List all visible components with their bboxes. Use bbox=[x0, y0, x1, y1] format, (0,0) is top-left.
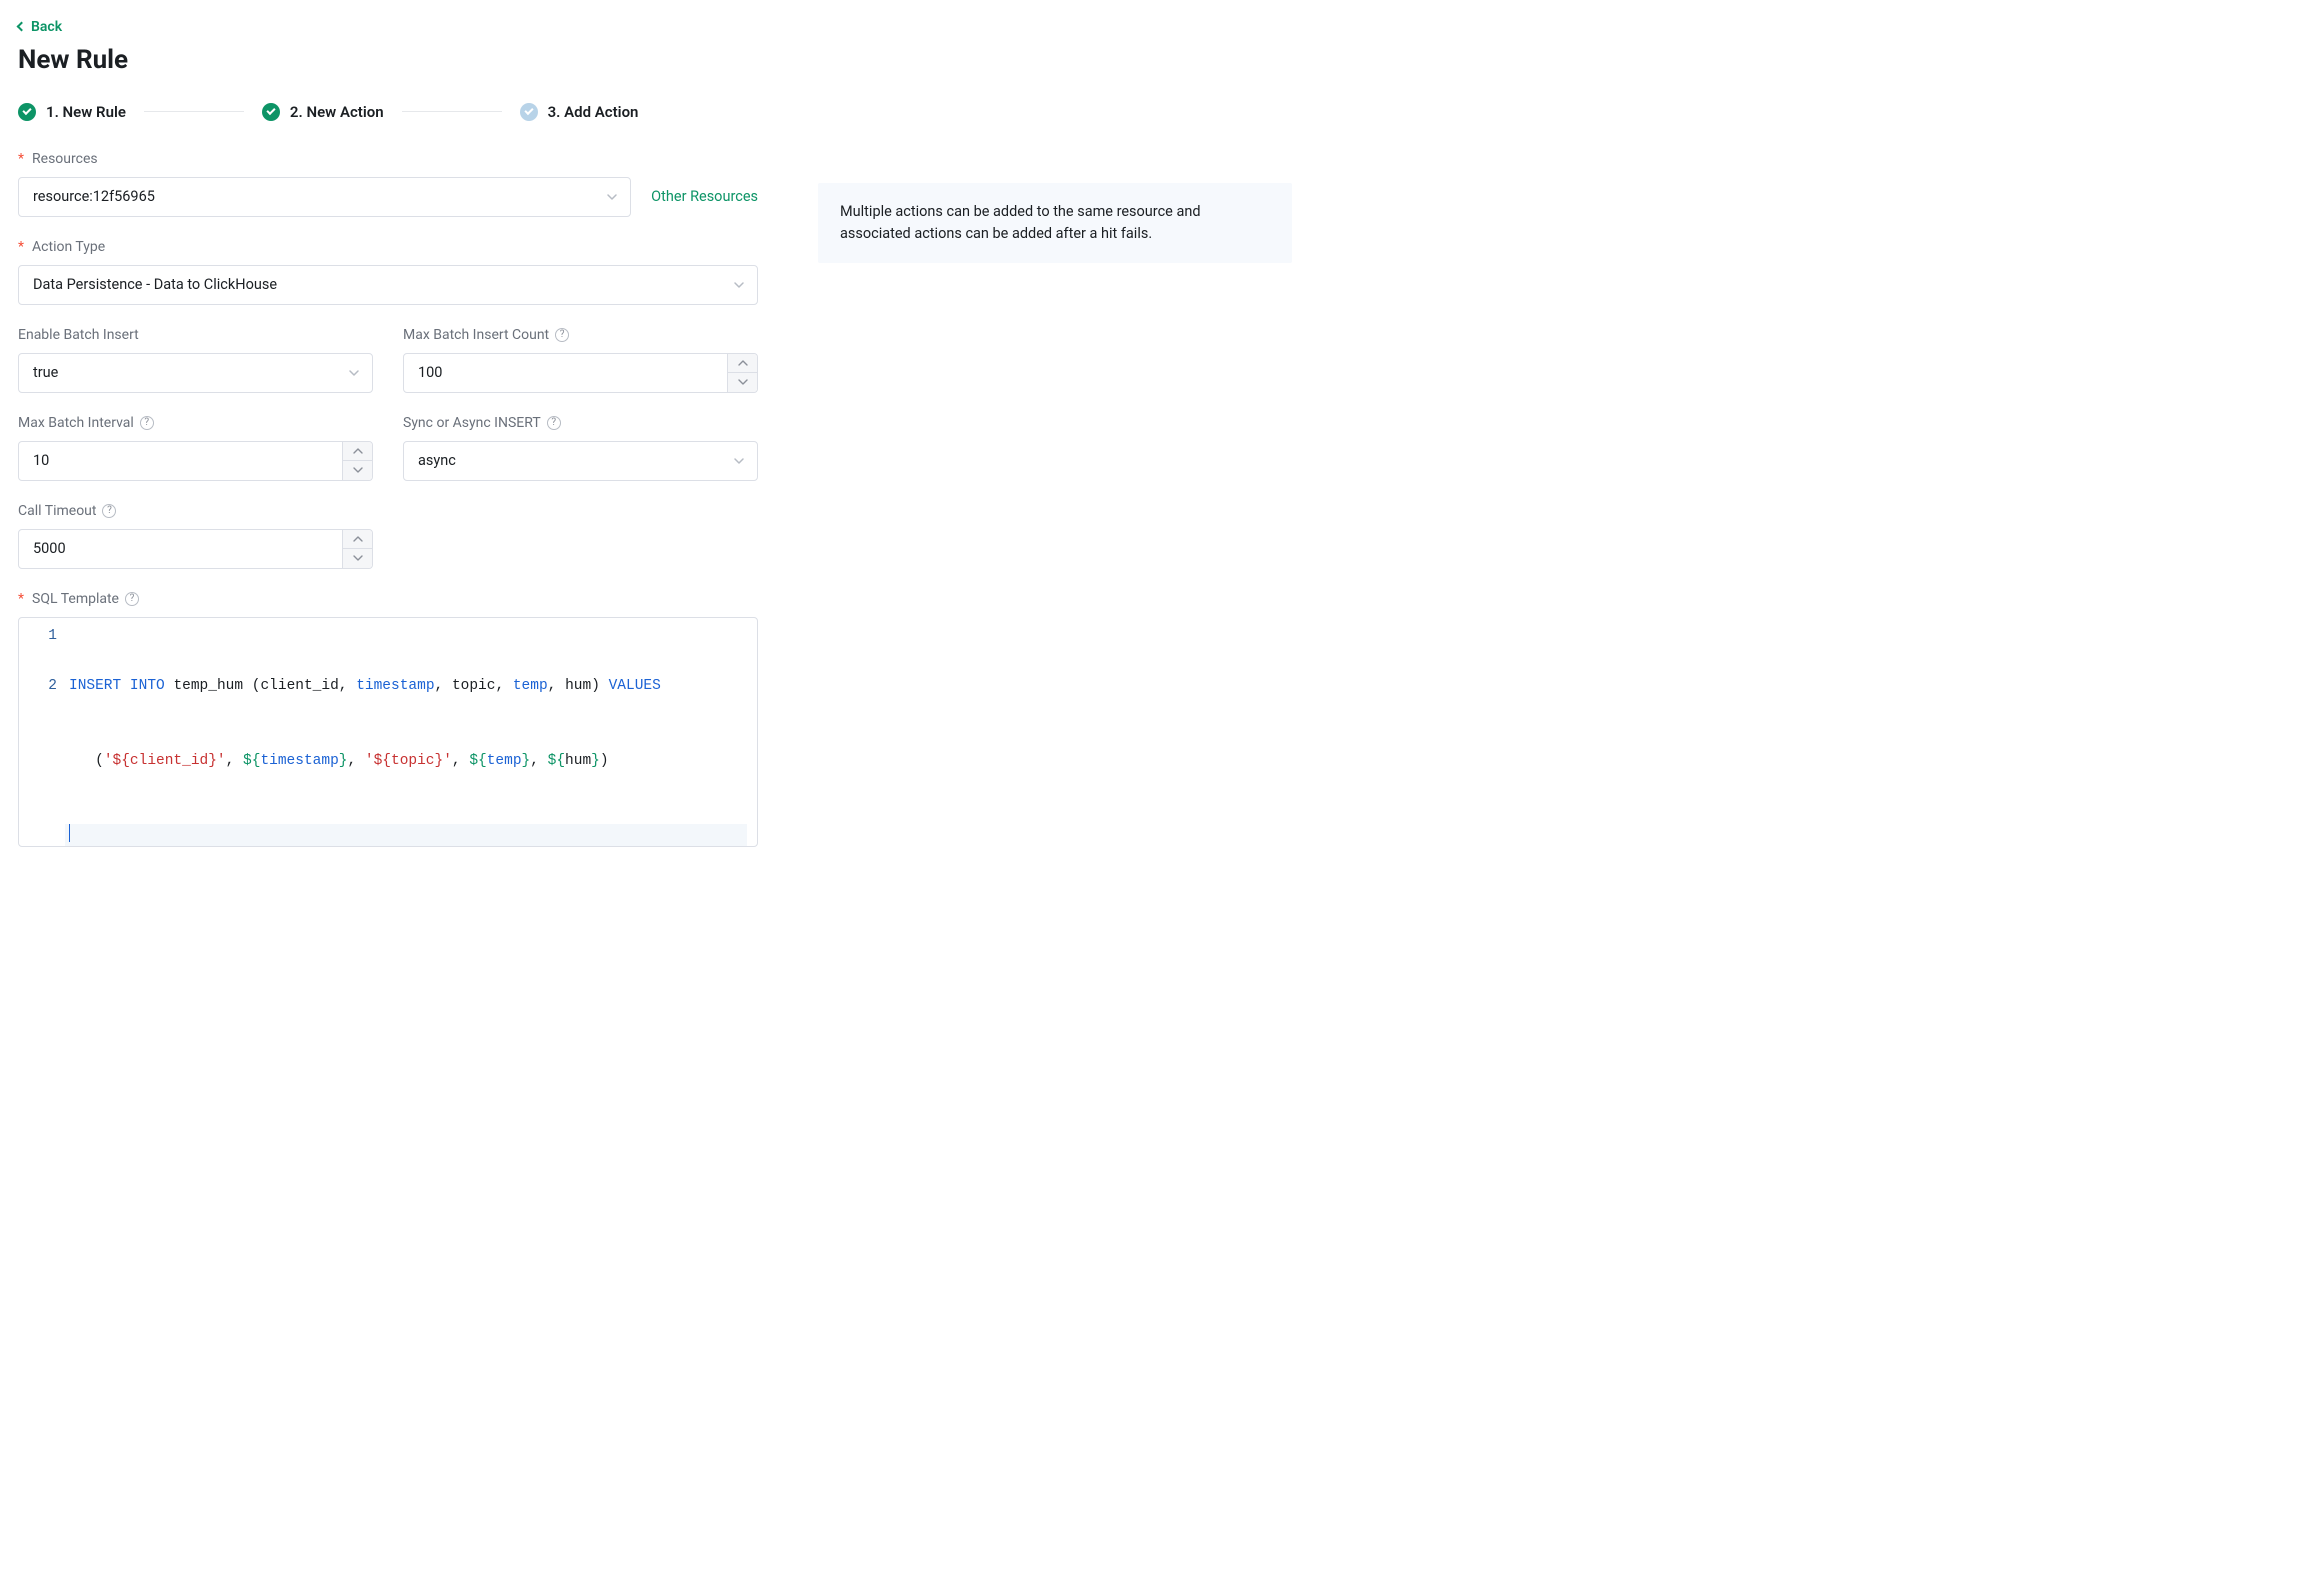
help-icon[interactable]: ? bbox=[102, 504, 116, 518]
required-icon: * bbox=[18, 239, 24, 255]
field-sql-template: * SQL Template ? 1 . 2 INSERT INTO temp_… bbox=[18, 591, 758, 847]
code-line: ('${client_id}', ${timestamp}, '${topic}… bbox=[69, 749, 747, 774]
info-text: Multiple actions can be added to the sam… bbox=[840, 203, 1201, 242]
back-link[interactable]: Back bbox=[18, 19, 62, 35]
spinner-up-button[interactable] bbox=[343, 530, 372, 550]
max-batch-insert-count-input[interactable]: 100 bbox=[403, 353, 758, 393]
max-batch-interval-input[interactable]: 10 bbox=[18, 441, 373, 481]
field-enable-batch-insert: Enable Batch Insert true bbox=[18, 327, 373, 393]
help-icon[interactable]: ? bbox=[555, 328, 569, 342]
call-timeout-input[interactable]: 5000 bbox=[18, 529, 373, 569]
step-separator bbox=[402, 111, 502, 112]
field-resources: * Resources resource:12f56965 Other Reso… bbox=[18, 151, 758, 217]
input-value: 10 bbox=[33, 452, 49, 469]
check-circle-icon bbox=[520, 103, 538, 121]
label-sync-async: Sync or Async INSERT ? bbox=[403, 415, 561, 431]
back-label: Back bbox=[31, 19, 62, 35]
help-icon[interactable]: ? bbox=[547, 416, 561, 430]
info-panel: Multiple actions can be added to the sam… bbox=[818, 183, 1292, 264]
spinner-up-button[interactable] bbox=[728, 354, 757, 374]
select-value: true bbox=[33, 364, 58, 381]
enable-batch-insert-select[interactable]: true bbox=[18, 353, 373, 393]
help-icon[interactable]: ? bbox=[140, 416, 154, 430]
line-number: 1 bbox=[19, 624, 57, 649]
field-max-batch-insert-count: Max Batch Insert Count ? 100 bbox=[403, 327, 758, 393]
spinner-up-button[interactable] bbox=[343, 442, 372, 462]
check-circle-icon bbox=[18, 103, 36, 121]
label-enable-batch-insert: Enable Batch Insert bbox=[18, 327, 139, 343]
chevron-down-icon bbox=[733, 279, 745, 291]
check-circle-icon bbox=[262, 103, 280, 121]
select-value: Data Persistence - Data to ClickHouse bbox=[33, 276, 277, 293]
text-cursor-icon bbox=[69, 824, 70, 842]
code-line-active bbox=[65, 824, 747, 847]
help-icon[interactable]: ? bbox=[125, 592, 139, 606]
label-resources: * Resources bbox=[18, 151, 98, 167]
select-value: resource:12f56965 bbox=[33, 188, 155, 205]
required-icon: * bbox=[18, 151, 24, 167]
other-resources-link[interactable]: Other Resources bbox=[651, 188, 758, 205]
step-label: 2. New Action bbox=[290, 103, 384, 121]
step-label: 3. Add Action bbox=[548, 103, 639, 121]
step-2[interactable]: 2. New Action bbox=[262, 103, 384, 121]
spinner-down-button[interactable] bbox=[728, 373, 757, 392]
field-call-timeout: Call Timeout ? 5000 bbox=[18, 503, 373, 569]
label-call-timeout: Call Timeout ? bbox=[18, 503, 116, 519]
field-max-batch-interval: Max Batch Interval ? 10 bbox=[18, 415, 373, 481]
chevron-down-icon bbox=[606, 191, 618, 203]
code-line: INSERT INTO temp_hum (client_id, timesta… bbox=[69, 674, 747, 699]
chevron-down-icon bbox=[733, 455, 745, 467]
editor-gutter: 1 . 2 bbox=[19, 618, 69, 846]
page-title: New Rule bbox=[18, 45, 1292, 75]
label-sql-template: * SQL Template ? bbox=[18, 591, 139, 607]
chevron-left-icon bbox=[17, 22, 27, 32]
chevron-down-icon bbox=[348, 367, 360, 379]
spinner-down-button[interactable] bbox=[343, 549, 372, 568]
label-action-type: * Action Type bbox=[18, 239, 105, 255]
step-indicator: 1. New Rule 2. New Action 3. Add Action bbox=[18, 103, 1292, 121]
input-value: 100 bbox=[418, 364, 442, 381]
sync-async-select[interactable]: async bbox=[403, 441, 758, 481]
action-type-select[interactable]: Data Persistence - Data to ClickHouse bbox=[18, 265, 758, 305]
step-separator bbox=[144, 111, 244, 112]
field-sync-async: Sync or Async INSERT ? async bbox=[403, 415, 758, 481]
required-icon: * bbox=[18, 591, 24, 607]
number-spinner bbox=[342, 442, 372, 480]
resources-select[interactable]: resource:12f56965 bbox=[18, 177, 631, 217]
spinner-down-button[interactable] bbox=[343, 461, 372, 480]
step-label: 1. New Rule bbox=[46, 103, 126, 121]
step-3[interactable]: 3. Add Action bbox=[520, 103, 639, 121]
label-max-batch-insert-count: Max Batch Insert Count ? bbox=[403, 327, 569, 343]
number-spinner bbox=[727, 354, 757, 392]
sql-template-editor[interactable]: 1 . 2 INSERT INTO temp_hum (client_id, t… bbox=[18, 617, 758, 847]
line-number: 2 bbox=[19, 674, 57, 699]
number-spinner bbox=[342, 530, 372, 568]
editor-code[interactable]: INSERT INTO temp_hum (client_id, timesta… bbox=[69, 618, 757, 846]
input-value: 5000 bbox=[33, 540, 66, 557]
step-1[interactable]: 1. New Rule bbox=[18, 103, 126, 121]
select-value: async bbox=[418, 452, 456, 469]
field-action-type: * Action Type Data Persistence - Data to… bbox=[18, 239, 758, 305]
label-max-batch-interval: Max Batch Interval ? bbox=[18, 415, 154, 431]
